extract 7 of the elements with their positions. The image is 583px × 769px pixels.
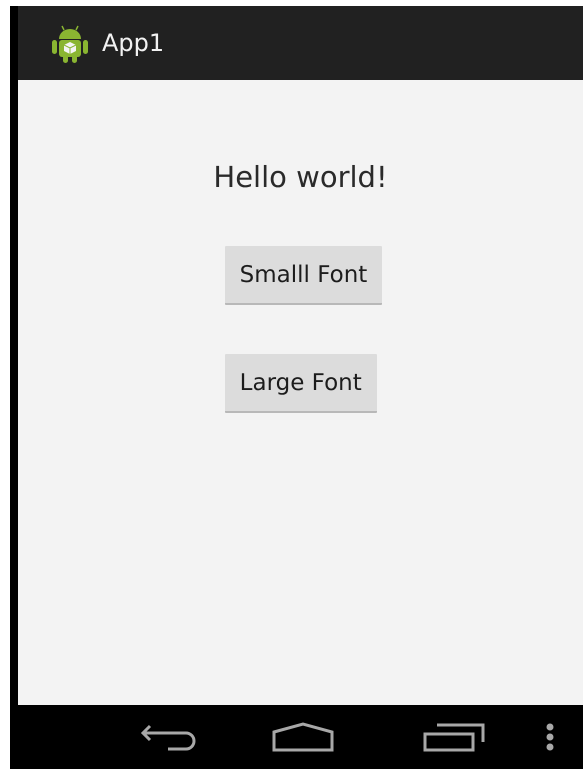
home-icon[interactable] <box>271 722 335 752</box>
greeting-text: Hello world! <box>213 160 388 194</box>
menu-icon[interactable] <box>545 723 555 751</box>
font-button[interactable]: Smalll Font <box>224 246 382 305</box>
recent-apps-icon[interactable] <box>423 722 485 752</box>
app-title: App1 <box>102 29 164 57</box>
font-button[interactable]: Large Font <box>224 354 377 413</box>
